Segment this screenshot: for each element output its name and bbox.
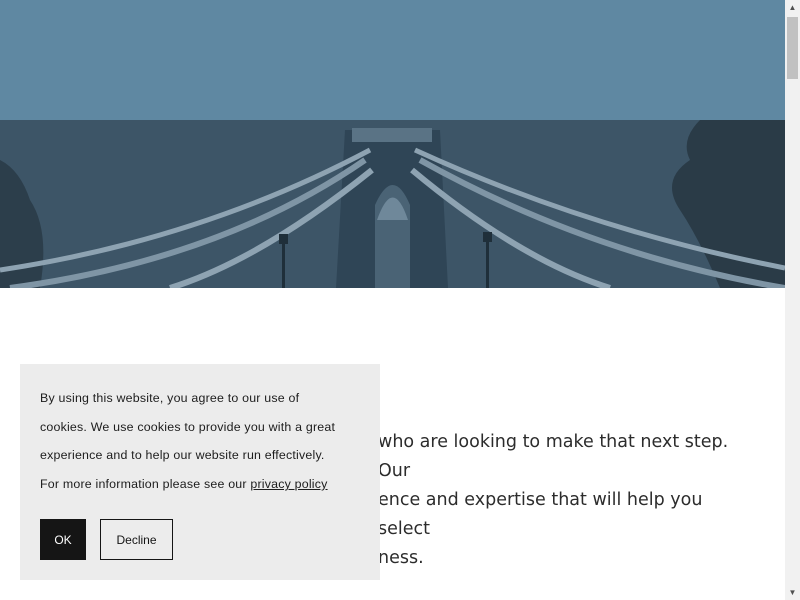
cookie-banner: By using this website, you agree to our …	[20, 364, 380, 580]
scroll-up-arrow-icon[interactable]: ▲	[785, 0, 800, 15]
cookie-line-4: For more information please see our	[40, 477, 251, 492]
scrollbar-thumb[interactable]	[787, 17, 798, 79]
header-bar	[0, 0, 785, 120]
vertical-scrollbar[interactable]: ▲ ▼	[785, 0, 800, 600]
privacy-policy-link[interactable]: privacy policy	[250, 477, 327, 491]
cookie-buttons: OK Decline	[40, 519, 173, 560]
cookie-message: By using this website, you agree to our …	[40, 384, 360, 499]
scroll-down-arrow-icon[interactable]: ▼	[785, 585, 800, 600]
cookie-line-3: experience and to help our website run e…	[40, 448, 325, 463]
cookie-line-1: By using this website, you agree to our …	[40, 391, 300, 405]
ok-button[interactable]: OK	[40, 519, 86, 560]
cookie-line-2: cookies. We use cookies to provide you w…	[40, 419, 336, 434]
hero-banner	[0, 120, 785, 288]
suspension-bridge-photo	[0, 120, 785, 288]
decline-button[interactable]: Decline	[100, 519, 173, 560]
